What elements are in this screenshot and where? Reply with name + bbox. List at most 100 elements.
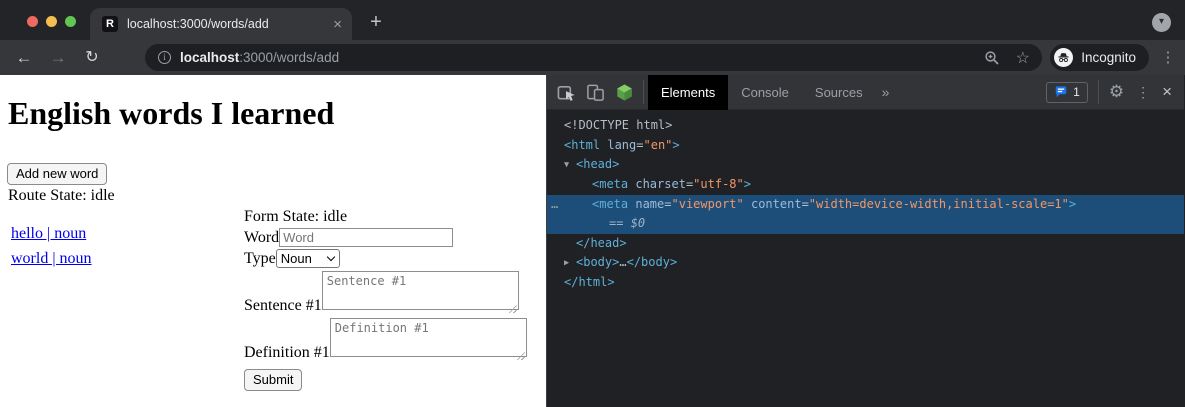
tab-strip: R localhost:3000/words/add × + ▾ [0, 0, 1185, 40]
code-token: = [664, 197, 671, 211]
dom-tree-node[interactable]: …<meta name="viewport" content="width=de… [547, 195, 1184, 215]
toolbar-divider [1098, 80, 1099, 104]
forward-icon[interactable]: → [46, 49, 70, 66]
incognito-icon [1054, 48, 1073, 67]
maximize-window-button[interactable] [65, 16, 76, 27]
tab-console[interactable]: Console [728, 75, 802, 110]
page-title: English words I learned [8, 95, 334, 132]
new-tab-button[interactable]: + [362, 9, 390, 37]
tab-close-icon[interactable]: × [333, 17, 342, 32]
code-token: name [635, 197, 664, 211]
node-more-actions-icon[interactable]: … [551, 195, 559, 215]
remix-favicon-icon: R [102, 16, 118, 32]
code-token: … [619, 255, 626, 269]
type-select[interactable]: Noun [276, 249, 340, 268]
expand-arrow-closed-icon[interactable]: ▶ [564, 254, 576, 274]
form-state-text: Form State: idle [244, 207, 544, 226]
profile-avatar[interactable]: ▾ [1152, 13, 1171, 32]
code-token: charset [635, 177, 686, 191]
dom-tree-node[interactable]: <!DOCTYPE html> [547, 116, 1184, 136]
browser-menu-icon[interactable]: ⋮ [1159, 48, 1177, 67]
tab-title: localhost:3000/words/add [127, 17, 327, 31]
code-token: > [744, 177, 751, 191]
inspect-element-icon[interactable] [556, 82, 576, 102]
dom-tree-node[interactable]: ▼<head> [547, 155, 1184, 175]
code-token: = [636, 138, 643, 152]
sentence-label: Sentence #1 [244, 297, 322, 315]
word-list: hello | noun world | noun [11, 223, 92, 273]
dom-tree-node[interactable]: </html> [547, 273, 1184, 293]
type-label: Type [244, 250, 276, 268]
word-link-world[interactable]: world | noun [11, 250, 92, 267]
code-token: "en" [644, 138, 673, 152]
extension-gem-icon[interactable] [614, 82, 634, 102]
list-item: hello | noun [11, 223, 92, 244]
close-window-button[interactable] [27, 16, 38, 27]
definition-textarea[interactable] [330, 318, 527, 357]
code-token: </body> [627, 255, 678, 269]
code-token: = [802, 197, 809, 211]
issues-bubble-icon [1054, 85, 1068, 99]
devtools-menu-icon[interactable]: ⋮ [1136, 84, 1150, 101]
browser-window: R localhost:3000/words/add × + ▾ ← → ↻ i… [0, 0, 1185, 407]
code-token: == [609, 216, 631, 230]
code-token: content [751, 197, 802, 211]
browser-toolbar: ← → ↻ i localhost:3000/words/add ☆ [0, 40, 1185, 75]
code-token: <body> [576, 255, 619, 269]
dom-tree: <!DOCTYPE html><html lang="en">▼<head><m… [547, 110, 1184, 293]
dom-tree-node[interactable]: <meta charset="utf-8"> [547, 175, 1184, 195]
code-token: "utf-8" [693, 177, 744, 191]
sentence-textarea[interactable] [322, 271, 519, 310]
code-token: </head> [576, 236, 627, 250]
code-token: <!DOCTYPE html> [564, 118, 672, 132]
web-page: English words I learned Add new word Rou… [0, 75, 547, 407]
route-state-text: Route State: idle [8, 187, 115, 205]
dom-tree-node[interactable]: ▶<body>…</body> [547, 253, 1184, 273]
code-token: lang [607, 138, 636, 152]
code-token: <meta [592, 177, 628, 191]
tab-elements[interactable]: Elements [648, 75, 728, 110]
code-token: > [672, 138, 679, 152]
word-input[interactable] [279, 228, 453, 247]
more-tabs-icon[interactable]: » [882, 84, 890, 100]
word-label: Word [244, 229, 279, 247]
settings-gear-icon[interactable]: ⚙ [1109, 82, 1124, 102]
incognito-label: Incognito [1081, 50, 1136, 65]
close-devtools-icon[interactable]: × [1162, 82, 1172, 102]
code-token: <html [564, 138, 600, 152]
code-token: <head> [576, 157, 619, 171]
minimize-window-button[interactable] [46, 16, 57, 27]
device-toolbar-icon[interactable] [585, 82, 605, 102]
dom-tree-node[interactable]: <html lang="en"> [547, 136, 1184, 156]
address-bar[interactable]: i localhost:3000/words/add ☆ [145, 44, 1042, 71]
bookmark-star-icon[interactable]: ☆ [1016, 48, 1030, 68]
list-item: world | noun [11, 248, 92, 269]
back-icon[interactable]: ← [12, 49, 36, 66]
chevron-down-icon [327, 253, 335, 261]
reload-icon[interactable]: ↻ [80, 49, 104, 66]
code-token: $0 [631, 216, 645, 230]
expand-arrow-open-icon[interactable]: ▼ [564, 156, 576, 176]
issues-count: 1 [1073, 85, 1080, 99]
site-info-icon[interactable]: i [158, 51, 171, 64]
selected-node-annotation: == $0 [547, 214, 1184, 234]
code-token: > [1069, 197, 1076, 211]
url-host: localhost [180, 50, 239, 65]
add-word-form: Form State: idle Word Type Noun Sentence… [244, 207, 544, 391]
issues-badge[interactable]: 1 [1046, 82, 1088, 103]
submit-button[interactable]: Submit [244, 369, 302, 391]
type-select-value: Noun [281, 251, 328, 266]
word-link-hello[interactable]: hello | noun [11, 225, 86, 242]
definition-label: Definition #1 [244, 344, 330, 362]
devtools-panel: Elements Console Sources » 1 ⚙ [547, 75, 1184, 407]
toolbar-divider [643, 80, 644, 104]
browser-tab[interactable]: R localhost:3000/words/add × [90, 8, 352, 40]
zoom-icon[interactable] [984, 50, 1000, 66]
incognito-badge: Incognito [1050, 44, 1149, 71]
tab-sources[interactable]: Sources [802, 75, 876, 110]
dom-tree-node[interactable]: </head> [547, 234, 1184, 254]
code-token: </html> [564, 275, 615, 289]
code-token [744, 197, 751, 211]
add-new-word-button[interactable]: Add new word [7, 163, 107, 185]
url-text[interactable]: localhost:3000/words/add [180, 50, 984, 65]
